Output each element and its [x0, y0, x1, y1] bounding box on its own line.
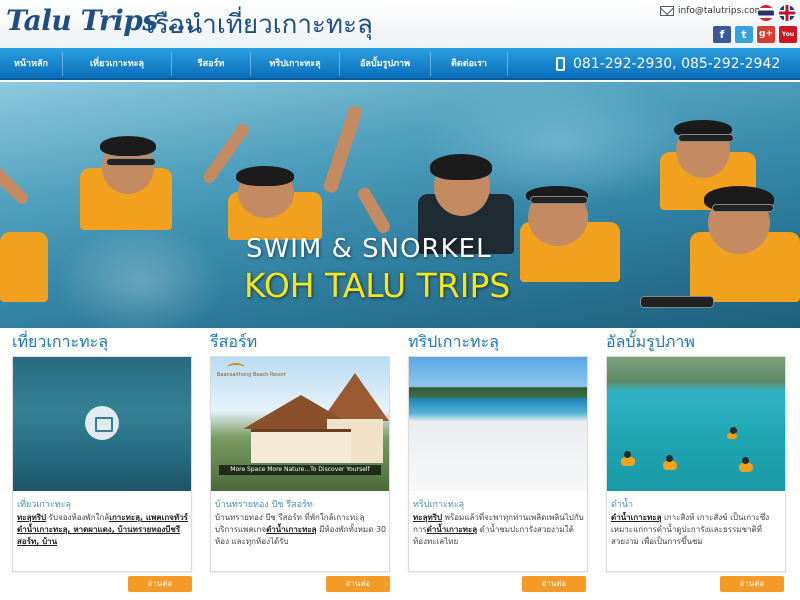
resort-logo: Baansaithong Beach Resort [217, 363, 286, 383]
card-image[interactable] [409, 357, 587, 491]
swimmer-figure [663, 455, 677, 470]
youtube-icon[interactable]: You Tube [779, 26, 797, 55]
desc-link[interactable]: ดำน้ำเกาะทะลุ [611, 513, 662, 522]
card-description: บ้านทรายทอง บีช รีสอร์ท ที่พักใกล้เกาะทะ… [215, 512, 387, 546]
phone-icon [556, 57, 565, 71]
hero-banner[interactable]: SWIM & SNORKEL KOH TALU TRIPS [0, 82, 800, 328]
read-more-button[interactable]: อ่านต่อ [326, 576, 390, 592]
hero-subheading: KOH TALU TRIPS [244, 266, 511, 305]
card-image[interactable] [607, 357, 785, 491]
desc-text: รับจองห้องพักใกล้ [46, 513, 110, 522]
main-nav: หน้าหลัก เที่ยวเกาะทะลุ รีสอร์ท ทริปเกาะ… [0, 48, 800, 80]
site-logo-thai: เรือนำเที่ยวเกาะทะลุ [146, 10, 373, 40]
nav-item-home[interactable]: หน้าหลัก [0, 48, 62, 80]
resort-logo-icon [227, 363, 245, 372]
card-image[interactable] [13, 357, 191, 491]
section-title-album[interactable]: อัลบั้มรูปภาพ [606, 330, 695, 355]
card-image[interactable]: Baansaithong Beach Resort More Space Mor… [211, 357, 389, 491]
card-description: ดำน้ำเกาะทะลุ เกาะสิงห์ เกาะสังข์ เป็นเก… [611, 512, 783, 546]
nav-item-trip[interactable]: ทริปเกาะทะลุ [251, 48, 339, 80]
nav-item-resort[interactable]: รีสอร์ท [172, 48, 250, 80]
read-more-button[interactable]: อ่านต่อ [128, 576, 192, 592]
desc-link[interactable]: ดำน้ำเกาะทะลุ [427, 525, 478, 534]
section-title-koh-talu[interactable]: เที่ยวเกาะทะลุ [12, 330, 108, 355]
facebook-icon[interactable]: f [713, 26, 731, 43]
brand-link[interactable]: ทะลุทริป [413, 513, 442, 522]
email-contact[interactable]: info@talutrips.com [660, 6, 763, 16]
card-resort: Baansaithong Beach Resort More Space Mor… [210, 356, 390, 572]
brand-link[interactable]: ทะลุทริป [17, 513, 46, 522]
read-more-button[interactable]: อ่านต่อ [720, 576, 784, 592]
nav-item-contact[interactable]: ติดต่อเรา [431, 48, 507, 80]
phone-numbers[interactable]: 081-292-2930, 085-292-2942 [573, 56, 780, 72]
card-description: ทะลุทริป รับจองห้องพักใกล้เกาะทะลุ, แพคเ… [17, 512, 189, 546]
site-header: Talu Trips ... เรือนำเที่ยวเกาะทะลุ info… [0, 0, 800, 55]
thai-flag-icon[interactable] [758, 5, 774, 21]
desc-link[interactable]: ดำน้ำเกาะทะลุ [266, 525, 317, 534]
article-icon[interactable] [85, 406, 119, 440]
snorkeler-figure [0, 232, 48, 302]
swimmer-figure [621, 451, 635, 466]
card-trip: ทริปเกาะทะลุ ทะลุทริป พร้อมแล้วที่จะพาทุ… [408, 356, 588, 572]
nav-item-album[interactable]: อัลบั้มรูปภาพ [340, 48, 430, 80]
nav-item-koh-talu[interactable]: เที่ยวเกาะทะลุ [63, 48, 171, 80]
card-koh-talu: เที่ยวเกาะทะลุ ทะลุทริป รับจองห้องพักใกล… [12, 356, 192, 572]
card-subtitle[interactable]: เที่ยวเกาะทะลุ [17, 497, 71, 511]
resort-building [251, 429, 351, 463]
image-banner-text: More Space More Nature...To Discover You… [219, 465, 381, 475]
card-subtitle[interactable]: ดำน้ำ [611, 497, 633, 511]
english-flag-icon[interactable] [779, 5, 795, 21]
resort-logo-text: Baansaithong Beach Resort [217, 372, 286, 378]
card-description: ทะลุทริป พร้อมแล้วที่จะพาทุกท่านเพลิดเพล… [413, 512, 585, 546]
swimmer-figure [739, 457, 753, 472]
phone-contact[interactable]: 081-292-2930, 085-292-2942 [556, 48, 780, 80]
google-plus-icon[interactable]: g+ [757, 26, 775, 43]
card-subtitle[interactable]: ทริปเกาะทะลุ [413, 497, 464, 511]
card-album: ดำน้ำ ดำน้ำเกาะทะลุ เกาะสิงห์ เกาะสังข์ … [606, 356, 786, 572]
email-address[interactable]: info@talutrips.com [678, 6, 763, 16]
swimmer-figure [727, 427, 737, 439]
nav-divider [507, 52, 508, 76]
card-subtitle[interactable]: บ้านทรายทอง บีช รีสอร์ท [215, 497, 313, 511]
envelope-icon [660, 6, 674, 16]
read-more-button[interactable]: อ่านต่อ [522, 576, 586, 592]
page: Talu Trips ... เรือนำเที่ยวเกาะทะลุ info… [0, 0, 800, 600]
twitter-icon[interactable]: t [735, 26, 753, 43]
section-title-trip[interactable]: ทริปเกาะทะลุ [408, 330, 499, 355]
hero-heading: SWIM & SNORKEL [246, 234, 492, 264]
section-title-resort[interactable]: รีสอร์ท [210, 330, 257, 355]
